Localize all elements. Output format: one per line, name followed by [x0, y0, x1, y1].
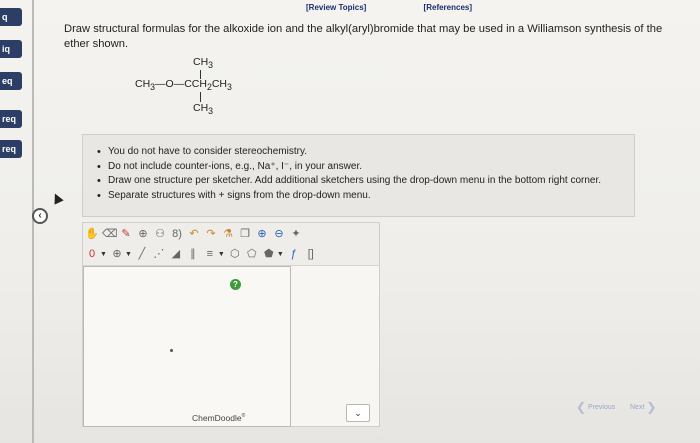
next-button[interactable]: Next ❯: [630, 400, 656, 414]
copy-icon[interactable]: ❐: [238, 227, 252, 241]
formula-top-methyl: CH3: [193, 56, 214, 71]
canvas-center-dot: [170, 349, 173, 352]
triple-bond-icon[interactable]: ≡: [203, 247, 217, 261]
references-link[interactable]: [References]: [424, 3, 472, 12]
ring-polygon-icon[interactable]: ⬟: [262, 247, 276, 261]
sidebar-tab-5[interactable]: req: [0, 140, 22, 158]
bracket-group-icon[interactable]: 8): [170, 227, 184, 241]
ring-hexagon-icon[interactable]: ⬡: [228, 247, 242, 261]
redo-icon[interactable]: ↷: [204, 227, 218, 241]
sketcher-toolbar-bottom: 0 ▼ ⊕ ▼ ╱ ⋰ ◢ ∥ ≡ ▼ ⬡ ⬠ ⬟ ▼ ƒ []: [85, 245, 318, 263]
help-icon[interactable]: ?: [230, 279, 241, 290]
sidebar-tab-4[interactable]: req: [0, 110, 22, 128]
instruction-item: Draw one structure per sketcher. Add add…: [97, 174, 634, 189]
single-bond-icon[interactable]: ╱: [135, 247, 149, 261]
ring-pentagon-icon[interactable]: ⬠: [245, 247, 259, 261]
add-sketcher-dropdown[interactable]: ⌄: [346, 404, 370, 422]
formula-bottom-methyl: CH3: [193, 102, 214, 117]
sidebar-tab-2[interactable]: iq: [0, 40, 22, 58]
bracket-icon[interactable]: []: [304, 247, 318, 261]
pencil-icon[interactable]: ✎: [119, 227, 133, 241]
undo-icon[interactable]: ↶: [187, 227, 201, 241]
ether-structural-formula: CH3 CH3—O—CCH2CH3 CH3: [135, 56, 265, 122]
double-bond-icon[interactable]: ∥: [186, 247, 200, 261]
clean-icon[interactable]: ✦: [289, 227, 303, 241]
review-topics-link[interactable]: [Review Topics]: [306, 3, 366, 12]
chevron-down-icon[interactable]: ▼: [277, 251, 284, 258]
sketcher-canvas-area: ? ChemDoodle®: [83, 265, 379, 427]
chemdoodle-sketcher: ✋ ⌫ ✎ ⊕ ⚇ 8) ↶ ↷ ⚗ ❐ ⊕ ⊖ ✦ 0 ▼ ⊕ ▼ ╱ ⋰ ◢…: [82, 222, 380, 427]
hand-icon[interactable]: ✋: [85, 227, 99, 241]
chevron-left-icon[interactable]: ‹: [32, 208, 48, 224]
sketcher-toolbar-top: ✋ ⌫ ✎ ⊕ ⚇ 8) ↶ ↷ ⚗ ❐ ⊕ ⊖ ✦: [85, 225, 303, 243]
sidebar-tab-1[interactable]: q: [0, 8, 22, 26]
instruction-item: Separate structures with + signs from th…: [97, 189, 634, 204]
sidebar-tab-3[interactable]: eq: [0, 72, 22, 90]
chevron-left-icon: ❮: [576, 400, 587, 414]
question-prompt: Draw structural formulas for the alkoxid…: [64, 23, 663, 50]
formula-icon[interactable]: ƒ: [287, 247, 301, 261]
top-links: [Review Topics] [References]: [306, 3, 527, 12]
chevron-right-icon: ❯: [646, 400, 657, 414]
mouse-cursor: [50, 191, 64, 205]
chevron-down-icon[interactable]: ▼: [218, 251, 225, 258]
zoom-in-icon[interactable]: ⊕: [255, 227, 269, 241]
instruction-item: Do not include counter-ions, e.g., Na⁺, …: [97, 160, 634, 175]
chevron-down-icon[interactable]: ▼: [125, 251, 132, 258]
instructions-box: You do not have to consider stereochemis…: [82, 134, 635, 217]
zoom-out-icon[interactable]: ⊖: [272, 227, 286, 241]
formula-main-chain: CH3—O—CCH2CH3: [135, 78, 232, 93]
chemdoodle-brand: ChemDoodle®: [192, 413, 246, 423]
wedge-bond-icon[interactable]: ◢: [169, 247, 183, 261]
charge-plus-button[interactable]: ⊕: [110, 247, 124, 261]
eraser-icon[interactable]: ⌫: [102, 227, 118, 241]
instruction-item: You do not have to consider stereochemis…: [97, 145, 634, 160]
formula-bond-bottom: [200, 92, 201, 102]
previous-button[interactable]: ❮ Previous: [576, 400, 615, 414]
chevron-down-icon[interactable]: ▼: [100, 251, 107, 258]
drawing-canvas[interactable]: ? ChemDoodle®: [83, 266, 291, 427]
group-icon[interactable]: ⚇: [153, 227, 167, 241]
charge-zero-button[interactable]: 0: [85, 247, 99, 261]
template-icon[interactable]: ⚗: [221, 227, 235, 241]
plus-circle-icon[interactable]: ⊕: [136, 227, 150, 241]
dashed-bond-icon[interactable]: ⋰: [152, 247, 166, 261]
left-sidebar: q iq eq req req ‹: [0, 0, 48, 443]
screen: q iq eq req req ‹ [Review Topics] [Refer…: [0, 0, 700, 443]
